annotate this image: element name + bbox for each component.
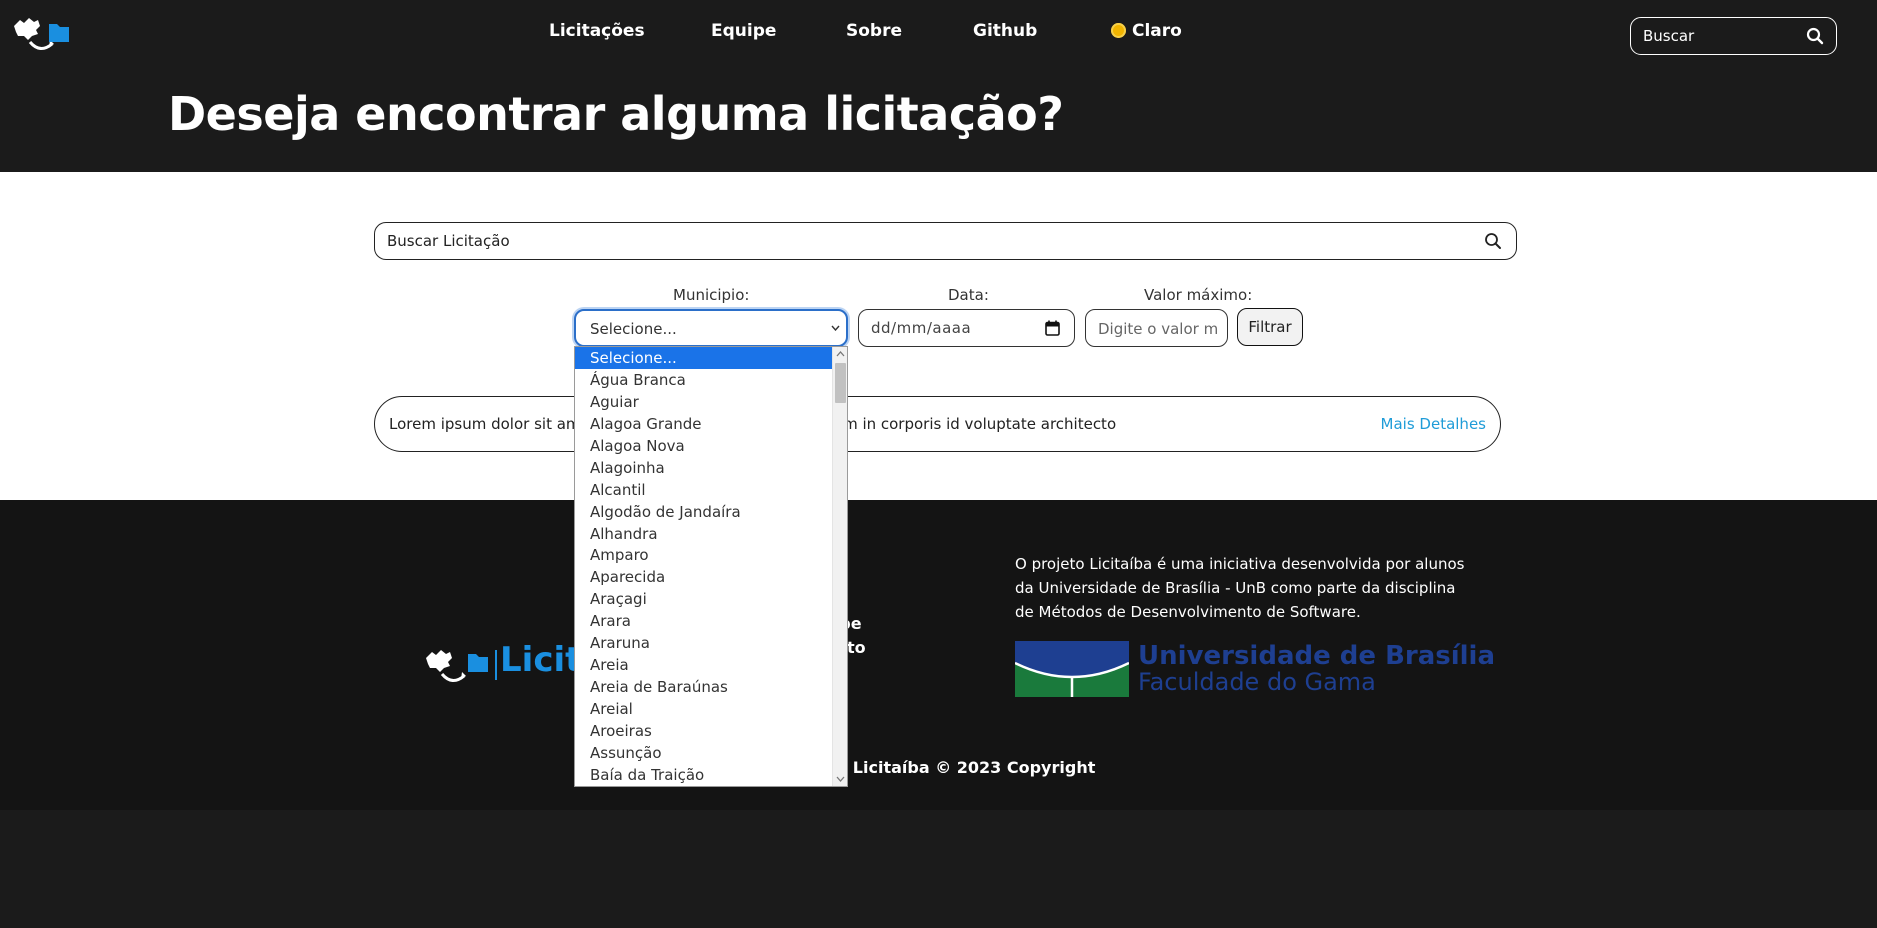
dropdown-option[interactable]: Alagoa Nova <box>575 435 832 457</box>
dropdown-option[interactable]: Água Branca <box>575 369 832 391</box>
date-field[interactable]: dd/mm/aaaa <box>858 309 1075 347</box>
unb-subtitle: Faculdade do Gama <box>1138 668 1376 696</box>
dropdown-option[interactable]: Areial <box>575 698 832 720</box>
nav-link-equipe[interactable]: Equipe <box>711 19 776 43</box>
unb-logo-icon <box>1015 641 1129 697</box>
dropdown-option[interactable]: Aparecida <box>575 566 832 588</box>
municipio-dropdown: Selecione... Água Branca Aguiar Alagoa G… <box>574 346 848 787</box>
search-icon[interactable] <box>1806 27 1824 45</box>
licitacao-card: Lorem ipsum dolor sit amet consectetur a… <box>374 396 1501 452</box>
dropdown-option[interactable]: Amparo <box>575 544 832 566</box>
nav-search-input[interactable] <box>1643 24 1793 48</box>
dropdown-option[interactable]: Araçagi <box>575 588 832 610</box>
chevron-down-icon <box>831 325 840 331</box>
dropdown-option[interactable]: Aguiar <box>575 391 832 413</box>
municipio-label: Municipio: <box>673 286 750 304</box>
licitacao-search-input[interactable] <box>387 229 1437 253</box>
dropdown-option[interactable]: Areia <box>575 654 832 676</box>
copyright: Projeto Licitaíba © 2023 Copyright <box>781 758 1096 777</box>
calendar-icon[interactable] <box>1045 320 1060 336</box>
nav-link-licitacoes[interactable]: Licitações <box>549 19 645 43</box>
filtrar-button[interactable]: Filtrar <box>1237 308 1303 346</box>
navbar: Licitações Equipe Sobre Github Claro <box>0 0 1877 62</box>
search-icon[interactable] <box>1484 232 1502 250</box>
valor-maximo-label: Valor máximo: <box>1144 286 1253 304</box>
dropdown-option[interactable]: Selecione... <box>575 347 832 369</box>
nav-search <box>1630 17 1837 55</box>
dropdown-option[interactable]: Areia de Baraúnas <box>575 676 832 698</box>
dropdown-option[interactable]: Alagoa Grande <box>575 413 832 435</box>
chevron-down-icon[interactable] <box>836 776 845 782</box>
municipio-options: Selecione... Água Branca Aguiar Alagoa G… <box>575 347 832 786</box>
data-label: Data: <box>948 286 989 304</box>
sun-icon <box>1111 23 1126 38</box>
licitaiba-logo-icon <box>426 650 497 682</box>
dropdown-option[interactable]: Alagoinha <box>575 457 832 479</box>
page-title: Deseja encontrar alguma licitação? <box>168 87 1064 141</box>
nav-link-github[interactable]: Github <box>973 19 1037 43</box>
dropdown-option[interactable]: Aroeiras <box>575 720 832 742</box>
dropdown-option[interactable]: Arara <box>575 610 832 632</box>
theme-toggle-label: Claro <box>1132 21 1182 41</box>
nav-link-sobre[interactable]: Sobre <box>846 19 902 43</box>
municipio-select[interactable]: Selecione... <box>574 309 848 347</box>
municipio-select-value: Selecione... <box>590 320 677 338</box>
nav-links: Licitações Equipe Sobre Github Claro <box>0 19 1877 43</box>
valor-maximo-input[interactable] <box>1098 318 1218 340</box>
footer: Licitaíba Equipe Projeto Lua O projeto L… <box>0 500 1877 810</box>
unb-name: Universidade de Brasília <box>1138 641 1496 671</box>
scrollbar-thumb[interactable] <box>835 363 846 403</box>
dropdown-option[interactable]: Araruna <box>575 632 832 654</box>
hero: Deseja encontrar alguma licitação? <box>0 62 1877 172</box>
valor-maximo-field <box>1085 309 1228 347</box>
main-content: Municipio: Data: Valor máximo: Selecione… <box>0 172 1877 500</box>
dropdown-scrollbar[interactable] <box>832 347 847 786</box>
chevron-up-icon[interactable] <box>836 351 845 357</box>
mais-detalhes-link[interactable]: Mais Detalhes <box>1381 415 1486 433</box>
dropdown-option[interactable]: Alcantil <box>575 479 832 501</box>
licitacao-search <box>374 222 1517 260</box>
dropdown-option[interactable]: Algodão de Jandaíra <box>575 501 832 523</box>
dropdown-option[interactable]: Alhandra <box>575 523 832 545</box>
dropdown-option[interactable]: Assunção <box>575 742 832 764</box>
date-field-placeholder: dd/mm/aaaa <box>871 319 972 337</box>
footer-about-text: O projeto Licitaíba é uma iniciativa des… <box>1015 555 1465 621</box>
page: Licitações Equipe Sobre Github Claro Des… <box>0 0 1877 928</box>
theme-toggle[interactable]: Claro <box>1111 19 1182 43</box>
dropdown-option[interactable]: Baía da Traição <box>575 764 832 786</box>
